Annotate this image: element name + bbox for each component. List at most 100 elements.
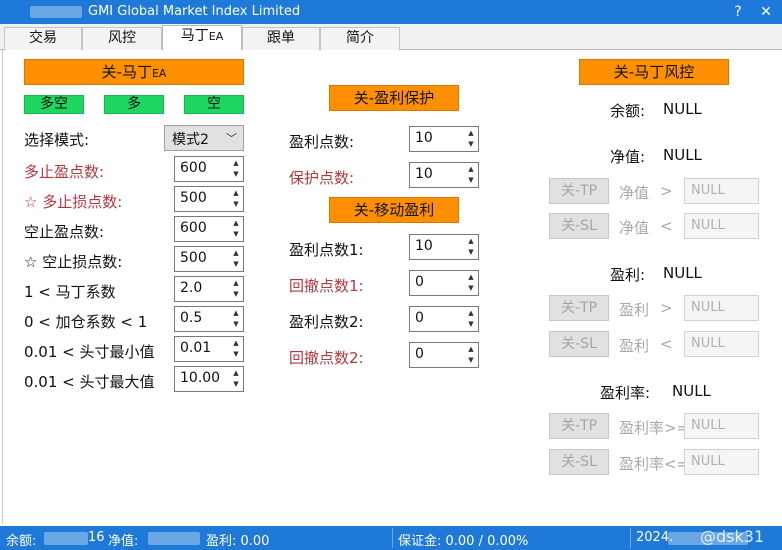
help-button[interactable]: ? [728,2,748,22]
spinner-arrows-icon[interactable]: ▲ ▼ [231,308,241,330]
tab-copy[interactable]: 跟单 [242,27,320,50]
equity-sl-label: 净值 [619,219,650,237]
profit-sl-field[interactable]: NULL [684,331,759,357]
short-sl-input[interactable]: 500 ▲ ▼ [174,246,244,272]
trail-drawdown1-input[interactable]: 0 ▲ ▼ [409,270,479,296]
spinner-arrows-icon[interactable]: ▲ ▼ [231,218,241,240]
equity-tp-field[interactable]: NULL [684,178,759,204]
profit-tp-label: 盈利 [619,301,650,319]
profit-tp-field[interactable]: NULL [684,295,759,321]
close-button[interactable]: ✕ [756,2,776,22]
equity-sl-button[interactable]: 关-SL [549,213,609,239]
short-tp-input[interactable]: 600 ▲ ▼ [174,216,244,242]
min-lot-label: 0.01 < 头寸最小值 [24,343,155,361]
equity-value: NULL [663,146,702,164]
direction-short-button[interactable]: 空 [184,95,244,114]
spinner-arrows-icon[interactable]: ▲ ▼ [231,368,241,390]
status-profit: 盈利: 0.00 [206,534,270,549]
spinner-arrows-icon[interactable]: ▲ ▼ [466,164,476,186]
short-tp-label: 空止盈点数: [24,223,105,241]
trailing-profit-button[interactable]: 关-移动盈利 [329,197,459,223]
status-bar: 余额: 16 净值: 盈利: 0.00 保证金: 0.00 / 0.00% 20… [0,526,782,550]
rate-tp-field[interactable]: NULL [684,413,759,439]
rate-sl-label: 盈利率<= [619,455,690,473]
spinner-arrows-icon[interactable]: ▲ ▼ [231,248,241,270]
profit-points-label: 盈利点数: [289,133,355,151]
profit-protect-button[interactable]: 关-盈利保护 [329,85,459,111]
equity-label: 净值: [610,148,646,166]
tab-risk[interactable]: 风控 [82,27,162,50]
status-equity-label: 净值: [108,534,139,549]
long-sl-input[interactable]: 500 ▲ ▼ [174,186,244,212]
rate-tp-label: 盈利率>= [619,419,690,437]
direction-both-button[interactable]: 多空 [24,95,84,114]
long-tp-input[interactable]: 600 ▲ ▼ [174,156,244,182]
rate-tp-button[interactable]: 关-TP [549,413,609,439]
tab-intro[interactable]: 简介 [320,27,400,50]
trail-profit2-input[interactable]: 0 ▲ ▼ [409,306,479,332]
spinner-arrows-icon[interactable]: ▲ ▼ [231,188,241,210]
profit-tp-button[interactable]: 关-TP [549,295,609,321]
martin-risk-button[interactable]: 关-马丁风控 [579,59,729,85]
trail-profit1-label: 盈利点数1: [289,241,364,259]
trail-profit1-input[interactable]: 10 ▲ ▼ [409,234,479,260]
spinner-arrows-icon[interactable]: ▲ ▼ [466,128,476,150]
max-lot-input[interactable]: 10.00 ▲ ▼ [174,366,244,392]
status-divider [630,528,631,548]
equity-sl-op: < [660,217,673,235]
spinner-arrows-icon[interactable]: ▲ ▼ [231,278,241,300]
spinner-arrows-icon[interactable]: ▲ ▼ [231,158,241,180]
long-sl-label: ☆ 多止损点数: [24,193,123,211]
tab-martin-ea[interactable]: 马丁EA [162,25,242,51]
watermark: @dsk31 [700,527,765,546]
status-balance-label: 余额: [6,534,37,549]
redacted-balance [44,532,88,545]
trail-drawdown1-label: 回撤点数1: [289,277,364,295]
protect-points-input[interactable]: 10 ▲ ▼ [409,162,479,188]
mode-select[interactable]: 模式2 ﹀ [164,125,244,151]
profit-value: NULL [663,264,702,282]
direction-long-button[interactable]: 多 [104,95,164,114]
equity-sl-field[interactable]: NULL [684,213,759,239]
min-lot-input[interactable]: 0.01 ▲ ▼ [174,336,244,362]
equity-tp-button[interactable]: 关-TP [549,178,609,204]
status-margin: 保证金: 0.00 / 0.00% [398,534,529,549]
balance-label: 余额: [610,102,646,120]
martin-factor-input[interactable]: 2.0 ▲ ▼ [174,276,244,302]
add-factor-input[interactable]: 0.5 ▲ ▼ [174,306,244,332]
rate-sl-button[interactable]: 关-SL [549,449,609,475]
profit-rate-value: NULL [672,382,711,400]
chevron-down-icon: ﹀ [226,132,237,145]
redacted-title-prefix [30,6,82,18]
profit-sl-label: 盈利 [619,337,650,355]
balance-value: NULL [663,100,702,118]
trail-profit2-label: 盈利点数2: [289,313,364,331]
profit-tp-op: > [660,299,673,317]
profit-points-input[interactable]: 10 ▲ ▼ [409,126,479,152]
spinner-arrows-icon[interactable]: ▲ ▼ [231,338,241,360]
spinner-arrows-icon[interactable]: ▲ ▼ [466,236,476,258]
martin-factor-label: 1 < 马丁系数 [24,283,116,301]
long-tp-label: 多止盈点数: [24,163,105,181]
tab-trade[interactable]: 交易 [4,27,82,50]
spinner-arrows-icon[interactable]: ▲ ▼ [466,272,476,294]
profit-sl-op: < [660,335,673,353]
tab-strip: 交易 风控 马丁EA 跟单 简介 [0,24,782,51]
trail-drawdown2-input[interactable]: 0 ▲ ▼ [409,342,479,368]
max-lot-label: 0.01 < 头寸最大值 [24,373,155,391]
equity-tp-op: > [660,182,673,200]
window-title: GMI Global Market Index Limited [88,4,301,19]
status-balance-tail: 16 [88,530,105,545]
spinner-arrows-icon[interactable]: ▲ ▼ [466,308,476,330]
profit-label: 盈利: [610,266,646,284]
spinner-arrows-icon[interactable]: ▲ ▼ [466,344,476,366]
equity-tp-label: 净值 [619,184,650,202]
status-divider [392,528,393,548]
martin-toggle-button[interactable]: 关-马丁EA [24,59,244,85]
protect-points-label: 保护点数: [289,169,355,187]
redacted-equity [148,532,200,545]
profit-sl-button[interactable]: 关-SL [549,331,609,357]
title-bar: GMI Global Market Index Limited ? ✕ [0,0,782,24]
rate-sl-field[interactable]: NULL [684,449,759,475]
short-sl-label: ☆ 空止损点数: [24,253,123,271]
